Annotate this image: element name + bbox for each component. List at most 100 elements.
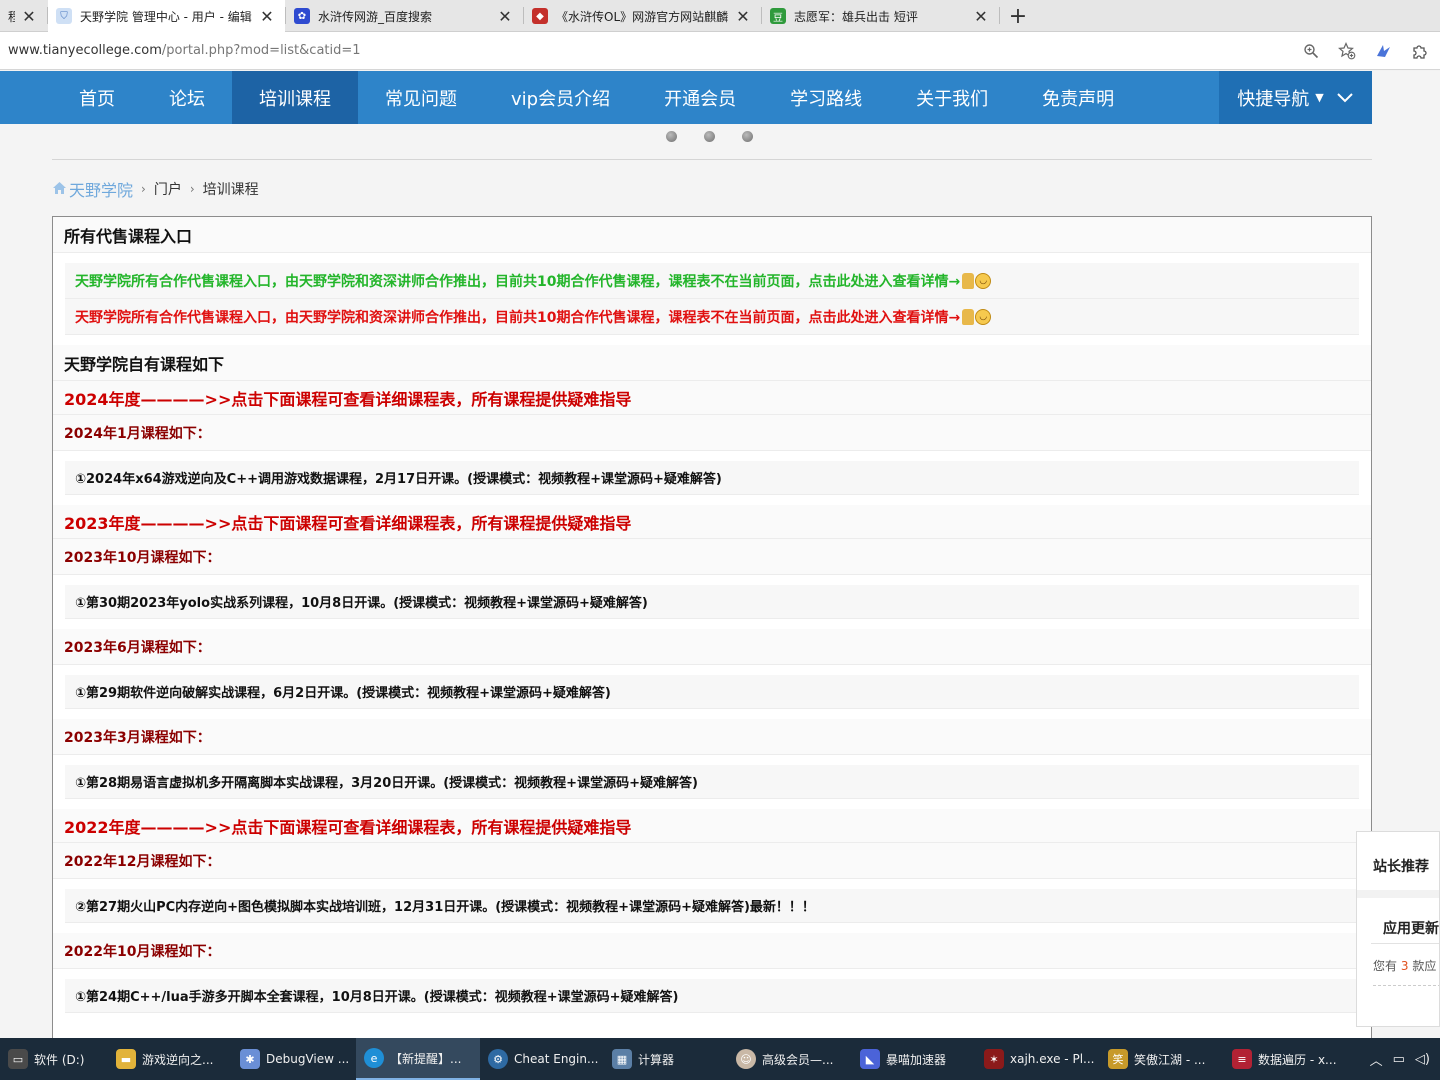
tab-partial[interactable]: 程 ✕: [0, 0, 47, 32]
course-link[interactable]: ①第28期易语言虚拟机多开隔离脚本实战课程，3月20日开课。(授课模式：视频教程…: [65, 765, 1359, 799]
divider: [1371, 943, 1439, 944]
year-heading-2023[interactable]: 2023年度————>>点击下面课程可查看详细课程表，所有课程提供疑难指导: [53, 505, 1371, 539]
battery-icon[interactable]: ▭: [1393, 1052, 1405, 1067]
taskbar-item-calculator[interactable]: ▦ 计算器: [604, 1038, 728, 1080]
app-update-heading[interactable]: 应用更新: [1383, 918, 1439, 938]
breadcrumb: 天野学院 › 门户 › 培训课程: [52, 177, 259, 201]
taskbar-item-debugview[interactable]: ✱ DebugView ...: [232, 1038, 356, 1080]
close-icon[interactable]: ✕: [497, 7, 513, 26]
add-favorite-icon[interactable]: [1332, 36, 1362, 66]
tab-admin-center[interactable]: ⛉ 天野学院 管理中心 - 用户 - 编辑 ✕: [48, 0, 285, 32]
taskbar-item-process[interactable]: ✶ xajh.exe - Pl...: [976, 1038, 1100, 1080]
year-heading-2024[interactable]: 2024年度————>>点击下面课程可查看详细课程表，所有课程提供疑难指导: [53, 381, 1371, 415]
new-tab-button[interactable]: +: [1000, 0, 1036, 32]
taskbar-item-member[interactable]: ☺ 高级会员—...: [728, 1038, 852, 1080]
tab-game-site[interactable]: ◆ 《水浒传OL》网游官方网站麒麟 ✕: [524, 0, 761, 32]
nav-item-about-us[interactable]: 关于我们: [889, 71, 1015, 124]
month-heading: 2022年12月课程如下：: [53, 843, 1371, 879]
volume-icon[interactable]: ◁): [1415, 1052, 1430, 1067]
nav-item-home[interactable]: 首页: [52, 71, 142, 124]
carousel-dot[interactable]: [742, 131, 753, 142]
nav-item-faq[interactable]: 常见问题: [358, 71, 484, 124]
cat-accelerator-icon: ◣: [860, 1049, 880, 1069]
taskbar-item-drive[interactable]: ▭ 软件 (D:): [0, 1038, 108, 1080]
course-link[interactable]: ①第30期2023年yolo实战系列课程，10月8日开课。(授课模式：视频教程+…: [65, 585, 1359, 619]
nav-item-open-membership[interactable]: 开通会员: [637, 71, 763, 124]
taskbar-label: 数据遍历 - x...: [1258, 1052, 1337, 1067]
extensions-puzzle-icon[interactable]: [1404, 36, 1434, 66]
url-path: /portal.php?mod=list&catid=1: [161, 43, 361, 58]
course-link[interactable]: ②第27期火山PC内存逆向+图色模拟脚本实战培训班，12月31日开课。(授课模式…: [65, 889, 1359, 923]
taskbar-item-accelerator[interactable]: ◣ 暴喵加速器: [852, 1038, 976, 1080]
drive-icon: ▭: [8, 1049, 28, 1069]
tab-title: 志愿军：雄兵出击 短评: [794, 9, 918, 24]
tab-baidu-search[interactable]: ✿ 水浒传网游_百度搜索 ✕: [286, 0, 523, 32]
close-icon[interactable]: ✕: [973, 7, 989, 26]
close-icon[interactable]: ✕: [21, 7, 37, 26]
cheat-engine-icon: ⚙: [488, 1049, 508, 1069]
douban-icon: 豆: [770, 8, 786, 24]
month-heading: 2024年1月课程如下：: [53, 415, 1371, 451]
taskbar-label: DebugView ...: [266, 1052, 350, 1066]
month-heading: 2023年3月课程如下：: [53, 719, 1371, 755]
url-host: www.tianyecollege.com: [8, 43, 162, 58]
system-tray: ︿ ▭ ◁): [1370, 1038, 1440, 1080]
tab-douban-review[interactable]: 豆 志愿军：雄兵出击 短评 ✕: [762, 0, 999, 32]
nav-item-vip-intro[interactable]: vip会员介绍: [484, 71, 637, 124]
game-site-icon: ◆: [532, 8, 548, 24]
taskbar-item-game[interactable]: 笑 笑傲江湖 - ...: [1100, 1038, 1224, 1080]
extension-bird-icon[interactable]: [1368, 36, 1398, 66]
tab-title: 程: [8, 9, 15, 24]
home-icon: [52, 180, 67, 199]
carousel-dot[interactable]: [666, 131, 677, 142]
course-link[interactable]: ①第24期C++/lua手游多开脚本全套课程，10月8日开课。(授课模式：视频教…: [65, 979, 1359, 1013]
taskbar-item-data-traverse[interactable]: ≡ 数据遍历 - x...: [1224, 1038, 1348, 1080]
debugview-icon: ✱: [240, 1049, 260, 1069]
agency-courses-link[interactable]: 天野学院所有合作代售课程入口，由天野学院和资深讲师合作推出，目前共10期合作代售…: [65, 263, 1359, 299]
chevron-up-icon[interactable]: ︿: [1370, 1050, 1383, 1069]
notice-text: 天野学院所有合作代售课程入口，由天野学院和资深讲师合作推出，目前共10期合作代售…: [75, 273, 961, 290]
breadcrumb-home[interactable]: 天野学院: [52, 177, 133, 201]
taskbar-item-cheat-engine[interactable]: ⚙ Cheat Engin...: [480, 1038, 604, 1080]
process-icon: ✶: [984, 1049, 1004, 1069]
taskbar-item-browser[interactable]: e 【新提醒】...: [356, 1038, 480, 1080]
zoom-icon[interactable]: [1296, 36, 1326, 66]
tab-title: 水浒传网游_百度搜索: [318, 9, 433, 24]
chevron-down-icon: [1336, 87, 1354, 108]
box-title: 所有代售课程入口: [53, 217, 1371, 253]
taskbar-label: xajh.exe - Pl...: [1010, 1052, 1095, 1066]
carousel-dot[interactable]: [704, 131, 715, 142]
nav-item-disclaimer[interactable]: 免责声明: [1015, 71, 1141, 124]
taskbar-label: 笑傲江湖 - ...: [1134, 1052, 1206, 1067]
url-field[interactable]: www.tianyecollege.com/portal.php?mod=lis…: [0, 43, 1296, 58]
side-panel-title: 站长推荐: [1373, 859, 1429, 875]
nav-item-training-courses[interactable]: 培训课程: [232, 71, 358, 124]
app-update-text[interactable]: 您有 3 款应: [1373, 957, 1436, 974]
carousel-indicators: [666, 131, 753, 142]
notice-text: 天野学院所有合作代售课程入口，由天野学院和资深讲师合作推出，目前共10期合作代售…: [75, 309, 961, 326]
nav-item-learning-path[interactable]: 学习路线: [763, 71, 889, 124]
quick-nav-dropdown[interactable]: 快捷导航 ▼: [1219, 71, 1372, 124]
month-heading: 2023年6月课程如下：: [53, 629, 1371, 665]
month-heading: 2022年10月课程如下：: [53, 933, 1371, 969]
update-count: 3: [1400, 959, 1409, 973]
course-link[interactable]: ①第29期软件逆向破解实战课程，6月2日开课。(授课模式：视频教程+课堂源码+疑…: [65, 675, 1359, 709]
course-list-box: 所有代售课程入口 天野学院所有合作代售课程入口，由天野学院和资深讲师合作推出，目…: [52, 216, 1372, 1038]
agency-courses-link[interactable]: 天野学院所有合作代售课程入口，由天野学院和资深讲师合作推出，目前共10期合作代售…: [65, 299, 1359, 335]
taskbar-item-folder[interactable]: ▬ 游戏逆向之...: [108, 1038, 232, 1080]
address-bar-actions: [1296, 36, 1440, 66]
close-icon[interactable]: ✕: [735, 7, 751, 26]
breadcrumb-separator: ›: [189, 182, 195, 196]
close-icon[interactable]: ✕: [259, 7, 275, 26]
breadcrumb-portal[interactable]: 门户: [154, 179, 182, 199]
taskbar-label: 暴喵加速器: [886, 1052, 947, 1067]
calculator-icon: ▦: [612, 1049, 632, 1069]
course-link[interactable]: ①2024年x64游戏逆向及C++调用游戏数据课程，2月17日开课。(授课模式：…: [65, 461, 1359, 495]
thumbs-up-smile-icon: ◡: [962, 308, 992, 325]
recommend-side-panel: 站长推荐 应用更新 您有 3 款应: [1356, 831, 1440, 1027]
web-page: 首页 论坛 培训课程 常见问题 vip会员介绍 开通会员 学习路线 关于我们 免…: [0, 71, 1440, 1038]
year-heading-2022[interactable]: 2022年度————>>点击下面课程可查看详细课程表，所有课程提供疑难指导: [53, 809, 1371, 843]
nav-item-forum[interactable]: 论坛: [142, 71, 232, 124]
main-nav: 首页 论坛 培训课程 常见问题 vip会员介绍 开通会员 学习路线 关于我们 免…: [0, 71, 1372, 124]
quick-nav-label: 快捷导航: [1237, 88, 1310, 110]
